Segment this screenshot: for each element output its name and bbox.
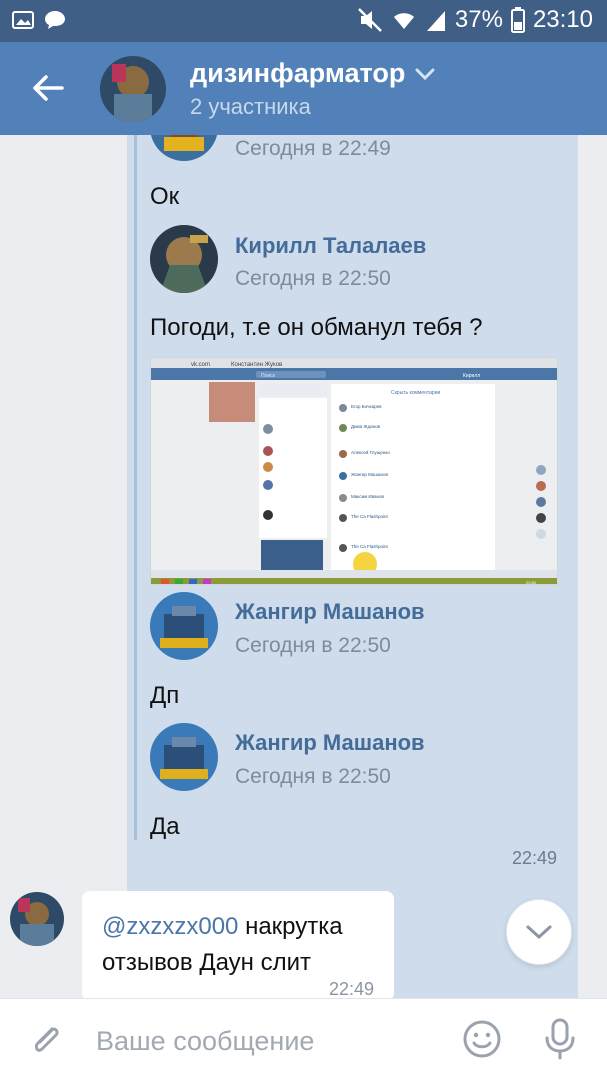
screenshot-search: Поиск bbox=[261, 373, 276, 379]
chat-title-text: дизинфарматор bbox=[190, 58, 406, 88]
mute-icon bbox=[358, 8, 382, 32]
chat-subtitle: 2 участника bbox=[190, 94, 311, 119]
gallery-icon bbox=[12, 11, 34, 29]
message-input[interactable] bbox=[96, 1023, 436, 1059]
clock: 23:10 bbox=[532, 6, 593, 33]
svg-text:Жангир Машанов: Жангир Машанов bbox=[351, 472, 389, 477]
chat-notification-icon bbox=[45, 11, 65, 29]
screenshot-url: vk.com bbox=[191, 362, 210, 368]
incoming-bubble[interactable]: @zxzxzx000 накрутка отзывов Даун слит 22… bbox=[82, 891, 394, 998]
svg-text:The Ca Flashpoint: The Ca Flashpoint bbox=[351, 544, 389, 549]
avatar[interactable] bbox=[10, 892, 64, 946]
forwarded-text: Да bbox=[150, 813, 180, 840]
forwarded-text: Ок bbox=[150, 183, 180, 210]
scroll-down-button[interactable] bbox=[506, 899, 572, 965]
status-bar: 37% 23:10 bbox=[0, 0, 607, 42]
microphone-icon[interactable] bbox=[542, 1017, 578, 1061]
message-list[interactable]: Сегодня в 22:49 Ок Кирилл Талалаев Сегод… bbox=[0, 135, 607, 998]
forwarded-date: Сегодня в 22:49 bbox=[235, 137, 391, 160]
chat-avatar[interactable] bbox=[100, 56, 166, 122]
mention-link[interactable]: @zxzxzx000 bbox=[102, 913, 238, 940]
wifi-icon bbox=[393, 13, 414, 29]
message-time: 22:49 bbox=[512, 848, 558, 868]
avatar[interactable] bbox=[150, 225, 218, 293]
paperclip-icon[interactable] bbox=[28, 1021, 66, 1059]
forwarded-date: Сегодня в 22:50 bbox=[235, 634, 391, 657]
forwarded-text: Дп bbox=[150, 682, 180, 709]
message-time: 22:49 bbox=[328, 979, 374, 998]
sender-name[interactable]: Жангир Машанов bbox=[235, 599, 425, 625]
svg-text:Алексей Глущенко: Алексей Глущенко bbox=[351, 449, 390, 455]
emoji-icon[interactable] bbox=[462, 1019, 502, 1059]
battery-icon bbox=[510, 7, 525, 33]
screenshot-tab: Константин Жуков bbox=[231, 362, 282, 368]
signal-icon bbox=[426, 11, 445, 31]
forwarded-date: Сегодня в 22:50 bbox=[235, 267, 391, 290]
composer bbox=[0, 998, 607, 1080]
forwarded-text: Погоди, т.е он обманул тебя ? bbox=[150, 314, 483, 341]
svg-text:Егор Бочкарев: Егор Бочкарев bbox=[351, 404, 382, 409]
chevron-down-icon bbox=[526, 925, 552, 939]
svg-text:Максим Иванов: Максим Иванов bbox=[351, 494, 384, 499]
sender-name[interactable]: Жангир Машанов bbox=[235, 730, 425, 756]
screenshot-user: Кирилл bbox=[463, 373, 480, 379]
back-arrow-icon[interactable] bbox=[30, 72, 66, 104]
battery-percent: 37% bbox=[454, 6, 503, 33]
screenshot-comments-header: Скрыть комментарии bbox=[391, 390, 440, 396]
photo-attachment[interactable]: vk.com Константин Жуков Поиск Кирилл Скр… bbox=[150, 357, 558, 585]
avatar[interactable] bbox=[150, 723, 218, 791]
browser-screenshot: vk.com Константин Жуков Поиск Кирилл Скр… bbox=[151, 358, 557, 585]
svg-text:22:50: 22:50 bbox=[526, 580, 537, 585]
forward-line bbox=[134, 135, 137, 840]
chat-header: дизинфарматор 2 участника bbox=[0, 42, 607, 135]
sender-name[interactable]: Кирилл Талалаев bbox=[235, 233, 426, 259]
chevron-down-icon bbox=[415, 68, 435, 80]
svg-text:The Ca Flashpoint: The Ca Flashpoint bbox=[351, 514, 389, 519]
incoming-text: @zxzxzx000 накрутка отзывов Даун слит bbox=[102, 909, 392, 981]
svg-text:Дима Жданов: Дима Жданов bbox=[351, 424, 381, 429]
avatar[interactable] bbox=[150, 592, 218, 660]
chat-title[interactable]: дизинфарматор bbox=[190, 58, 435, 89]
forwarded-date: Сегодня в 22:50 bbox=[235, 765, 391, 788]
